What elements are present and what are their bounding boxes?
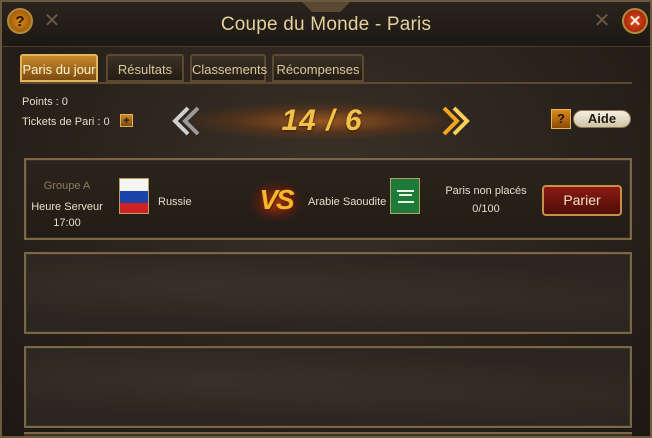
- empty-match-slot: [24, 346, 632, 428]
- double-chevron-left-icon[interactable]: [168, 104, 202, 138]
- team2-name: Arabie Saoudite: [308, 196, 387, 208]
- bottom-frame: [24, 432, 632, 436]
- title-bar: Coupe du Monde - Paris ? ✕ ✕ ✕: [2, 2, 650, 47]
- help-icon[interactable]: ?: [7, 8, 33, 34]
- server-time-label: Heure Serveur: [31, 201, 103, 213]
- window-title: Coupe du Monde - Paris: [220, 14, 432, 35]
- points-label: Points : 0: [22, 96, 68, 108]
- page-indicator: 14 / 6: [281, 104, 363, 137]
- title-ornament: [302, 2, 350, 12]
- tickets-label: Tickets de Pari : 0: [22, 116, 110, 128]
- corner-ornament-left-icon: ✕: [43, 10, 61, 32]
- close-icon[interactable]: ✕: [622, 8, 648, 34]
- server-time-value: 17:00: [53, 217, 81, 229]
- group-label: Groupe A: [43, 180, 91, 192]
- help-question-icon[interactable]: ?: [551, 109, 571, 129]
- saudi-flag-icon: [390, 178, 420, 214]
- bet-count: 0/100: [472, 203, 500, 215]
- bet-status: Paris non placés: [445, 185, 527, 197]
- tab-recompenses[interactable]: Récompenses: [272, 54, 364, 82]
- aide-button[interactable]: Aide: [573, 110, 631, 128]
- double-chevron-right-icon[interactable]: [440, 104, 474, 138]
- place-bet-button[interactable]: Parier: [542, 185, 622, 216]
- tab-classements[interactable]: Classements: [190, 54, 267, 82]
- vs-label: VS: [259, 184, 294, 215]
- add-tickets-button[interactable]: +: [120, 114, 133, 127]
- corner-ornament-right-icon: ✕: [593, 10, 611, 32]
- bet-window: Coupe du Monde - Paris ? ✕ ✕ ✕ Paris du …: [0, 0, 652, 438]
- russia-flag-icon: [119, 178, 149, 214]
- tab-paris-du-jour[interactable]: Paris du jour: [20, 54, 98, 82]
- tab-underline: [20, 82, 632, 84]
- empty-match-slot: [24, 252, 632, 334]
- help-group: ? Aide: [551, 109, 631, 129]
- team1-name: Russie: [158, 196, 192, 208]
- tab-resultats[interactable]: Résultats: [106, 54, 184, 82]
